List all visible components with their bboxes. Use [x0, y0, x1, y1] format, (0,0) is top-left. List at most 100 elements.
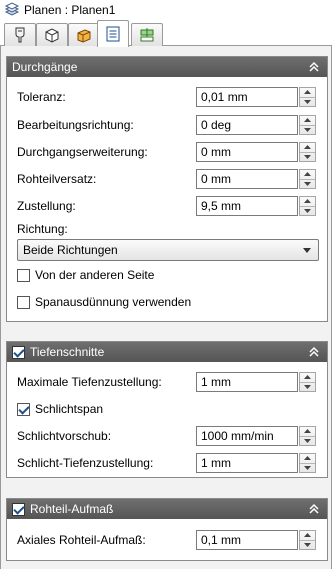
stock-offset-spinner[interactable]	[299, 169, 316, 189]
section-stock: Rohteil-Aufmaß Axiales Rohteil-Aufmaß:	[6, 498, 328, 561]
spin-up-button[interactable]	[300, 88, 315, 98]
spin-down-button[interactable]	[300, 180, 315, 189]
pass-extension-label: Durchgangserweiterung:	[17, 145, 148, 159]
stock-offset-row: Rohteilversatz:	[17, 169, 96, 189]
arrow-down-icon	[304, 465, 311, 470]
tab-heights[interactable]	[68, 23, 100, 46]
chip-thinning-label[interactable]: Spanausdünnung verwenden	[35, 295, 191, 309]
pass-extension-spinner[interactable]	[299, 142, 316, 162]
max-stepdown-spinner[interactable]	[299, 372, 316, 392]
arrow-down-icon	[304, 438, 311, 443]
stock-offset-field	[196, 169, 316, 189]
stock-box-icon	[77, 29, 91, 43]
spin-down-button[interactable]	[300, 437, 315, 446]
collapse-icon[interactable]	[307, 60, 321, 74]
spin-up-button[interactable]	[300, 531, 315, 541]
spin-up-button[interactable]	[300, 373, 315, 383]
finishing-stepdown-input[interactable]	[196, 453, 298, 473]
spin-up-button[interactable]	[300, 197, 315, 207]
machining-direction-row: Bearbeitungsrichtung:	[17, 115, 134, 135]
finishing-stepdown-label: Schlicht-Tiefenzustellung:	[17, 456, 154, 470]
spin-down-button[interactable]	[300, 98, 315, 107]
direction-dropdown[interactable]: Beide Richtungen	[17, 239, 319, 261]
axial-stock-label: Axiales Rohteil-Aufmaß:	[17, 533, 146, 547]
other-side-checkbox[interactable]	[17, 268, 30, 282]
spin-down-button[interactable]	[300, 153, 315, 162]
arrow-down-icon	[304, 99, 311, 104]
spin-up-button[interactable]	[300, 116, 315, 126]
tab-strip	[0, 20, 332, 47]
spin-up-button[interactable]	[300, 454, 315, 464]
spin-down-button[interactable]	[300, 126, 315, 135]
section-stock-checkbox[interactable]	[12, 502, 25, 516]
finishing-feed-spinner[interactable]	[299, 426, 316, 446]
arrow-up-icon	[304, 172, 311, 177]
pass-extension-input[interactable]	[196, 142, 298, 162]
collapse-icon[interactable]	[307, 502, 321, 516]
pass-extension-field	[196, 142, 316, 162]
arrow-up-icon	[304, 456, 311, 461]
spin-up-button[interactable]	[300, 427, 315, 437]
passes-list-icon	[106, 26, 120, 42]
tolerance-input[interactable]	[196, 87, 298, 107]
max-stepdown-input[interactable]	[196, 372, 298, 392]
machining-direction-input[interactable]	[196, 115, 298, 135]
finishing-label[interactable]: Schlichtspan	[35, 402, 103, 416]
section-depth-checkbox[interactable]	[12, 345, 25, 359]
finishing-feed-row: Schlichtvorschub:	[17, 426, 111, 446]
finishing-feed-field	[196, 426, 316, 446]
arrow-up-icon	[304, 533, 311, 538]
spin-up-button[interactable]	[300, 143, 315, 153]
max-stepdown-label: Maximale Tiefenzustellung:	[17, 375, 162, 389]
tab-geometry[interactable]	[36, 23, 68, 46]
stepover-label: Zustellung:	[17, 199, 76, 213]
arrow-up-icon	[304, 429, 311, 434]
direction-row: Richtung:	[17, 219, 68, 239]
cube-outline-icon	[45, 28, 59, 43]
chip-thinning-row[interactable]: Spanausdünnung verwenden	[17, 292, 191, 312]
spin-down-button[interactable]	[300, 383, 315, 392]
spin-up-button[interactable]	[300, 170, 315, 180]
tab-passes[interactable]	[97, 20, 129, 47]
other-side-row[interactable]: Von der anderen Seite	[17, 265, 154, 285]
stock-offset-input[interactable]	[196, 169, 298, 189]
arrow-up-icon	[304, 375, 311, 380]
section-passes: Durchgänge Toleranz: Bearbeitungsrichtun…	[6, 56, 328, 322]
section-depth-header[interactable]: Tiefenschnitte	[7, 342, 327, 362]
spin-down-button[interactable]	[300, 464, 315, 473]
other-side-label[interactable]: Von der anderen Seite	[35, 268, 154, 282]
arrow-down-icon	[304, 181, 311, 186]
direction-selected: Beide Richtungen	[23, 243, 118, 257]
chip-thinning-checkbox[interactable]	[17, 295, 30, 309]
finishing-stepdown-row: Schlicht-Tiefenzustellung:	[17, 453, 153, 473]
finishing-feed-input[interactable]	[196, 426, 298, 446]
tab-linking[interactable]	[131, 23, 163, 46]
tolerance-spinner[interactable]	[299, 87, 316, 107]
section-depth-title: Tiefenschnitte	[30, 345, 105, 359]
direction-label: Richtung:	[17, 222, 68, 236]
tab-tool[interactable]	[4, 23, 36, 46]
section-depth: Tiefenschnitte Maximale Tiefenzustellung…	[6, 341, 328, 478]
arrow-up-icon	[304, 199, 311, 204]
finishing-checkbox[interactable]	[17, 402, 30, 416]
max-stepdown-row: Maximale Tiefenzustellung:	[17, 372, 162, 392]
collapse-icon[interactable]	[307, 345, 321, 359]
arrow-down-icon	[304, 154, 311, 159]
axial-stock-spinner[interactable]	[299, 530, 316, 550]
spin-down-button[interactable]	[300, 541, 315, 550]
machining-direction-spinner[interactable]	[299, 115, 316, 135]
finishing-stepdown-spinner[interactable]	[299, 453, 316, 473]
window-title: Planen : Planen1	[24, 3, 116, 17]
finishing-stepdown-field	[196, 453, 316, 473]
spin-down-button[interactable]	[300, 207, 315, 216]
arrow-down-icon	[304, 542, 311, 547]
axial-stock-input[interactable]	[196, 530, 298, 550]
section-stock-title: Rohteil-Aufmaß	[30, 502, 114, 516]
stepover-input[interactable]	[196, 196, 298, 216]
finishing-row[interactable]: Schlichtspan	[17, 399, 103, 419]
stock-offset-label: Rohteilversatz:	[17, 172, 97, 186]
stepover-spinner[interactable]	[299, 196, 316, 216]
stepover-row: Zustellung:	[17, 196, 76, 216]
section-passes-header[interactable]: Durchgänge	[7, 57, 327, 77]
section-stock-header[interactable]: Rohteil-Aufmaß	[7, 499, 327, 519]
